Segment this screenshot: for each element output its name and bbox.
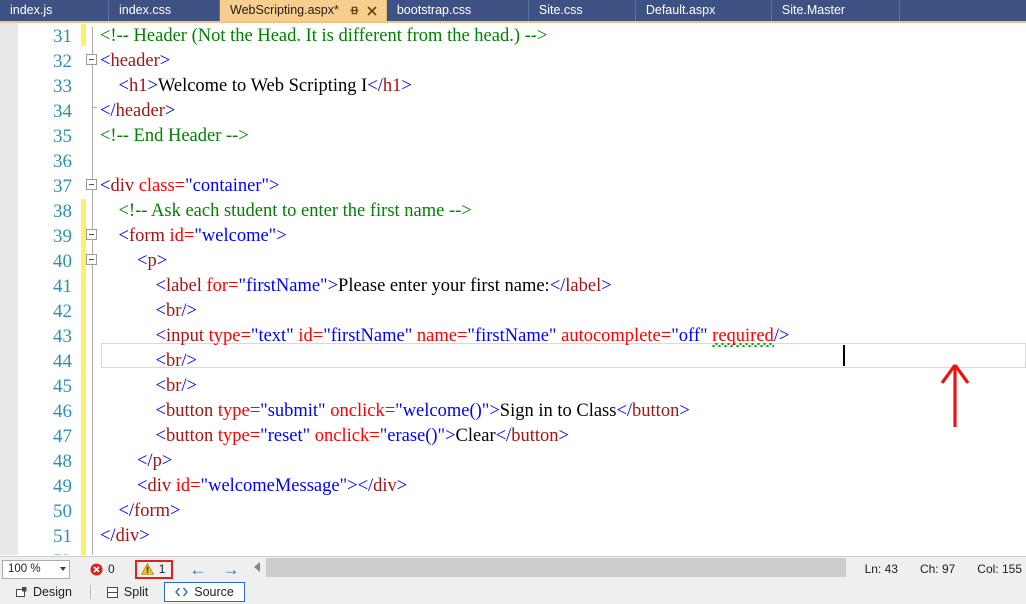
line-number: 38 — [53, 201, 72, 222]
close-icon[interactable] — [365, 4, 379, 18]
tab-design-view[interactable]: Design — [6, 582, 82, 602]
line-number: 31 — [53, 26, 72, 47]
line-number: 41 — [53, 276, 72, 297]
line-number: 39 — [53, 226, 72, 247]
code-line[interactable]: <button type="reset" onclick="erase()">C… — [100, 424, 569, 449]
line-number: 45 — [53, 376, 72, 397]
line-number: 43 — [53, 326, 72, 347]
outlining-margin[interactable] — [86, 23, 100, 555]
tab-split-view[interactable]: Split — [97, 582, 158, 602]
document-tab[interactable]: Default.aspx — [635, 0, 772, 21]
line-number: 40 — [53, 251, 72, 272]
line-number: 46 — [53, 401, 72, 422]
warning-count-group[interactable]: 1 — [134, 559, 174, 579]
visual-studio-editor-window: index.js index.css WebScripting.aspx* boots… — [0, 0, 1026, 604]
code-line[interactable]: </div> — [100, 524, 150, 549]
code-line[interactable]: <p> — [100, 249, 167, 274]
warning-count-value: 1 — [158, 562, 166, 576]
source-view-label: Source — [194, 585, 234, 599]
code-line[interactable]: </p> — [100, 449, 172, 474]
document-tab-label: bootstrap.css — [396, 3, 472, 17]
code-line[interactable]: <header> — [100, 49, 170, 74]
document-tab[interactable]: Site.css — [528, 0, 636, 21]
line-number: 47 — [53, 426, 72, 447]
line-number: 36 — [53, 151, 72, 172]
zoom-level-selector[interactable]: 100 % — [2, 559, 70, 579]
error-count-value: 0 — [108, 562, 115, 576]
document-tab-label: WebScripting.aspx* — [230, 3, 339, 17]
split-view-label: Split — [123, 585, 149, 599]
zoom-level-value: 100 % — [8, 563, 41, 575]
code-line[interactable]: <h1>Welcome to Web Scripting I</h1> — [100, 74, 412, 99]
line-number: 34 — [53, 101, 72, 122]
code-line[interactable]: <!-- Header (Not the Head. It is differe… — [100, 24, 547, 49]
document-tab[interactable]: index.css — [109, 0, 220, 21]
document-tab-label: Site.css — [538, 3, 583, 17]
line-number: 48 — [53, 451, 72, 472]
navigate-back-icon[interactable]: ← — [189, 561, 206, 578]
line-number: 52 — [53, 549, 72, 555]
document-tab-label: Site.Master — [781, 3, 846, 17]
split-view-icon — [106, 586, 118, 598]
code-line[interactable]: <!-- Ask each student to enter the first… — [100, 199, 472, 224]
line-number: 35 — [53, 126, 72, 147]
collapse-toggle[interactable] — [86, 54, 97, 65]
scroll-left-icon[interactable] — [254, 562, 260, 572]
view-mode-bar: Design Split Source — [0, 580, 1026, 604]
line-number: 51 — [53, 526, 72, 547]
error-circle-icon — [90, 563, 103, 575]
design-view-icon — [16, 586, 27, 597]
code-line[interactable]: <br/> — [100, 299, 197, 324]
collapse-toggle[interactable] — [86, 254, 97, 265]
design-view-label: Design — [33, 585, 72, 599]
scrollbar-track[interactable] — [266, 558, 846, 577]
code-line[interactable]: <!-- End Header --> — [100, 124, 249, 149]
code-text-area[interactable]: <!-- Header (Not the Head. It is differe… — [100, 23, 1026, 555]
code-line[interactable]: <div class="container"> — [100, 174, 279, 199]
horizontal-scrollbar[interactable] — [252, 558, 1026, 577]
document-tab[interactable]: Site.Master — [771, 0, 900, 21]
code-line[interactable]: <label for="firstName">Please enter your… — [100, 274, 612, 299]
line-number: 50 — [53, 501, 72, 522]
outline-guide — [92, 27, 93, 107]
selection-margin[interactable] — [0, 23, 18, 555]
code-line[interactable]: <button type="submit" onclick="welcome()… — [100, 399, 690, 424]
line-number: 37 — [53, 176, 72, 197]
collapse-toggle[interactable] — [86, 229, 97, 240]
line-number: 33 — [53, 76, 72, 97]
source-view-icon — [175, 587, 189, 597]
line-number: 44 — [53, 351, 72, 372]
code-line[interactable]: <div id="welcomeMessage"></div> — [100, 474, 407, 499]
document-tab-label: index.js — [10, 3, 53, 17]
document-tab[interactable]: bootstrap.css — [386, 0, 529, 21]
line-numbers: 31 32 33 34 35 36 37 38 39 40 41 42 43 44 45 46 47 48 49 50… — [18, 23, 78, 555]
document-tab-bar: index.js index.css WebScripting.aspx* boots… — [0, 0, 1026, 21]
document-tab[interactable]: index.js — [0, 0, 109, 21]
line-number: 42 — [53, 301, 72, 322]
view-separator — [89, 585, 91, 599]
code-editor[interactable]: 31 32 33 34 35 36 37 38 39 40 41 42 43 44 45 46 47 48 49 50… — [0, 21, 1026, 555]
error-count-group[interactable]: 0 — [90, 562, 115, 576]
code-line[interactable]: <br/> — [100, 374, 197, 399]
text-caret — [842, 345, 845, 366]
tab-source-view[interactable]: Source — [164, 582, 245, 602]
code-line[interactable]: <br/> — [100, 349, 197, 374]
collapse-toggle[interactable] — [86, 179, 97, 190]
document-tab[interactable]: WebScripting.aspx* — [220, 0, 387, 21]
code-line[interactable]: </header> — [100, 99, 175, 124]
warning-triangle-icon — [140, 563, 154, 575]
code-line[interactable]: <form id="welcome"> — [100, 224, 287, 249]
chevron-down-icon[interactable] — [60, 567, 66, 571]
line-number: 32 — [53, 51, 72, 72]
code-line[interactable]: </form> — [100, 499, 181, 524]
document-tab-label: index.css — [119, 3, 172, 17]
code-line[interactable]: <input type="text" id="firstName" name="… — [100, 324, 789, 349]
navigate-forward-icon[interactable]: → — [222, 561, 239, 578]
pin-icon[interactable] — [348, 4, 361, 17]
line-number: 49 — [53, 476, 72, 497]
document-tab-label: Default.aspx — [645, 3, 716, 17]
